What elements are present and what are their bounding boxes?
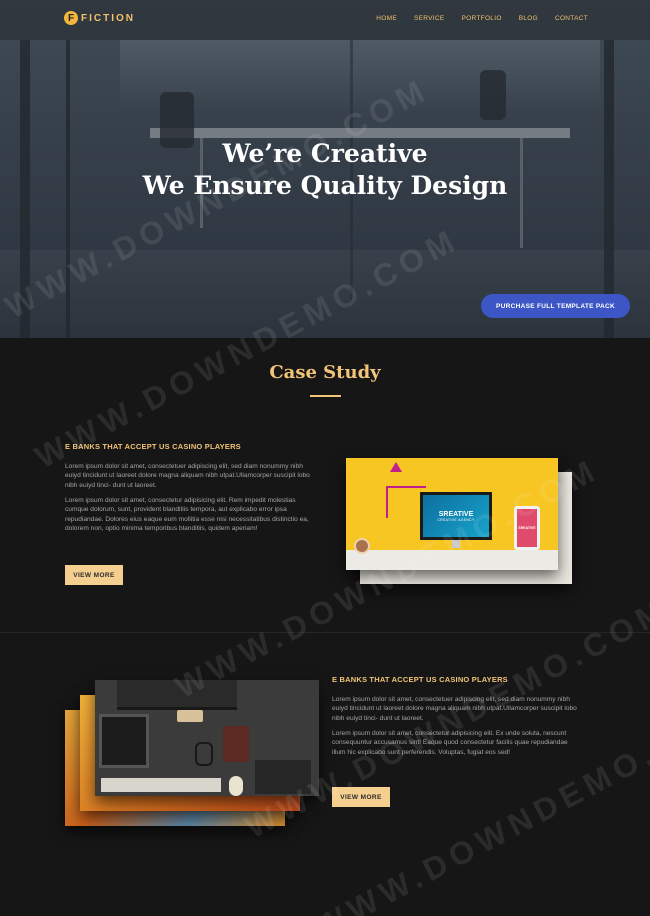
mouse bbox=[229, 776, 243, 796]
monitor-screen-subtitle: CREATIVE AGENCY bbox=[437, 517, 475, 522]
monitor-stand bbox=[452, 540, 460, 548]
nav-service[interactable]: SERVICE bbox=[414, 15, 445, 22]
purchase-template-button[interactable]: PURCHASE FULL TEMPLATE PACK bbox=[481, 294, 630, 318]
logo-icon: F bbox=[64, 11, 78, 25]
nav-contact[interactable]: CONTACT bbox=[555, 15, 588, 22]
hero-banner: F FICTION HOME SERVICE PORTFOLIO BLOG CO… bbox=[0, 0, 650, 338]
case-item-2-heading: E BANKS THAT ACCEPT US CASINO PLAYERS bbox=[332, 675, 508, 684]
nav-home[interactable]: HOME bbox=[376, 15, 397, 22]
hero-heading-line-1: We’re Creative bbox=[222, 139, 428, 168]
site-logo[interactable]: F FICTION bbox=[64, 11, 135, 25]
monitor-screen: SREATIVE CREATIVE AGENCY bbox=[423, 495, 489, 537]
section-title-underline bbox=[310, 395, 341, 397]
case-item-2-image[interactable] bbox=[95, 680, 319, 796]
case-item-2-view-more-button[interactable]: VIEW MORE bbox=[332, 787, 390, 807]
nav-blog[interactable]: BLOG bbox=[519, 15, 538, 22]
hero-heading: We’re Creative We Ensure Quality Design bbox=[0, 138, 650, 202]
glasses-icon bbox=[195, 742, 213, 766]
case-item-2-paragraph-2: Lorem ipsum dolor sit amet, consectetur … bbox=[332, 730, 568, 756]
graphics-tablet bbox=[255, 760, 311, 794]
wall-shelf bbox=[386, 486, 388, 518]
case-item-1-heading: E BANKS THAT ACCEPT US CASINO PLAYERS bbox=[65, 442, 241, 451]
section-divider bbox=[0, 632, 650, 633]
monitor: SREATIVE CREATIVE AGENCY bbox=[420, 492, 492, 540]
computer-monitor bbox=[117, 680, 237, 710]
logo-text: FICTION bbox=[81, 12, 135, 24]
tablet bbox=[99, 714, 149, 768]
notebook bbox=[223, 726, 249, 762]
keyboard bbox=[101, 778, 221, 792]
phone-screen: SREATIVE bbox=[517, 509, 537, 547]
case-item-1-paragraph-2: Lorem ipsum dolor sit amet, consectetur … bbox=[65, 497, 309, 532]
main-nav: HOME SERVICE PORTFOLIO BLOG CONTACT bbox=[376, 15, 588, 22]
section-title-case-study: Case Study bbox=[269, 362, 381, 383]
case-item-1-paragraph-1: Lorem ipsum dolor sit amet, consectetuer… bbox=[65, 463, 310, 489]
top-navigation-bar: F FICTION HOME SERVICE PORTFOLIO BLOG CO… bbox=[0, 0, 650, 40]
case-item-2-paragraph-1: Lorem ipsum dolor sit amet, consectetuer… bbox=[332, 696, 577, 722]
monitor-screen-title: SREATIVE bbox=[438, 510, 474, 518]
phone: SREATIVE bbox=[514, 506, 540, 550]
clock-icon bbox=[354, 538, 370, 554]
case-item-1-view-more-button[interactable]: VIEW MORE bbox=[65, 565, 123, 585]
wood-block bbox=[177, 710, 203, 722]
lamp-icon bbox=[390, 462, 402, 472]
desk-surface bbox=[346, 550, 558, 570]
hero-heading-line-2: We Ensure Quality Design bbox=[142, 171, 508, 200]
wall-shelf bbox=[386, 486, 426, 488]
nav-portfolio[interactable]: PORTFOLIO bbox=[462, 15, 502, 22]
case-item-1-image[interactable]: SREATIVE CREATIVE AGENCY SREATIVE bbox=[346, 458, 558, 570]
